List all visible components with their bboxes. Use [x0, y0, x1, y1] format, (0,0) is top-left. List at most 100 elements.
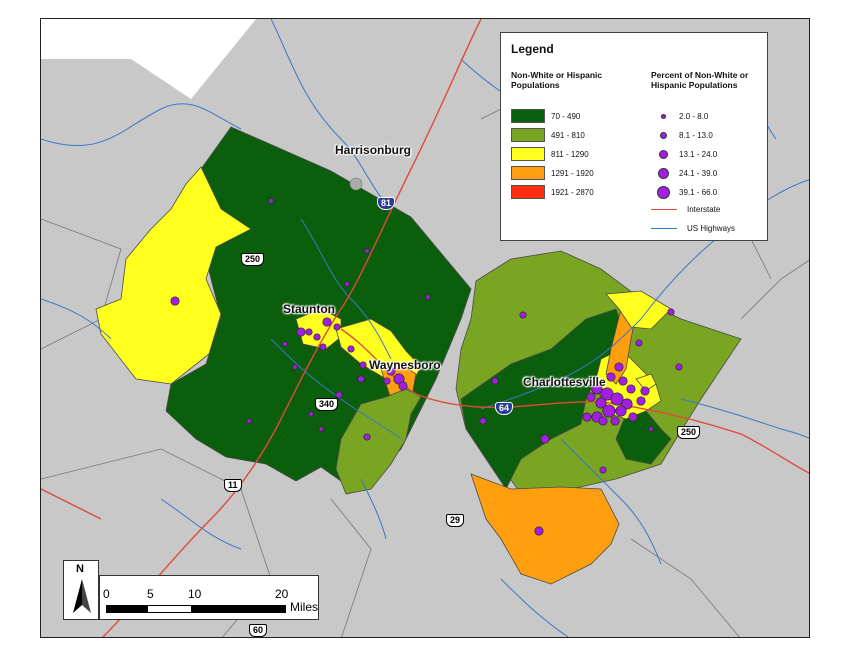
legend-class-row: 1291 - 1920 — [511, 166, 594, 180]
population-dot — [318, 426, 324, 432]
us-60-shield: 60 — [249, 624, 268, 637]
city-label-harrisonburg: Harrisonburg — [335, 143, 412, 157]
population-dot — [675, 363, 683, 371]
population-dot — [363, 433, 371, 441]
population-dot — [333, 323, 341, 331]
population-dot — [398, 381, 408, 391]
population-dot — [347, 345, 355, 353]
legend: Legend Non-White or Hispanic Populations… — [500, 32, 768, 241]
population-dot — [519, 311, 527, 319]
legend-dot-row: 8.1 - 13.0 — [651, 128, 713, 142]
legend-dot-label: 8.1 - 13.0 — [679, 130, 713, 140]
legend-dot-row: 13.1 - 24.0 — [651, 147, 717, 161]
legend-line-row: US Highways — [651, 224, 735, 233]
scale-tick-5: 5 — [147, 587, 154, 601]
population-dot — [640, 386, 650, 396]
population-dot — [479, 417, 487, 425]
population-dot — [628, 412, 638, 422]
population-dot — [357, 375, 365, 383]
population-dot — [282, 341, 288, 347]
north-arrow: N — [63, 560, 99, 620]
population-dot — [305, 328, 313, 336]
legend-line-swatch — [651, 228, 677, 229]
population-dot — [582, 412, 592, 422]
city-label-charlottesville: Charlottesville — [523, 375, 606, 389]
legend-class-row: 811 - 1290 — [511, 147, 589, 161]
city-label-staunton: Staunton — [283, 302, 335, 316]
legend-dot-symbol — [656, 185, 670, 199]
population-dot — [618, 376, 628, 386]
legend-class-swatch — [511, 147, 545, 161]
legend-dot-label: 39.1 - 66.0 — [679, 187, 718, 197]
us-250-shield-west: 250 — [241, 253, 265, 266]
legend-dot-symbol — [657, 167, 669, 179]
population-dot — [626, 384, 636, 394]
legend-line-label: Interstate — [687, 205, 721, 214]
scale-tick-0: 0 — [103, 587, 110, 601]
region-south-orange — [470, 473, 620, 585]
legend-class-label: 70 - 490 — [551, 111, 581, 121]
us-250-shield-east: 250 — [677, 426, 701, 439]
harrisonburg-area — [349, 177, 363, 191]
population-dot — [667, 308, 675, 316]
legend-dot-row: 39.1 - 66.0 — [651, 185, 717, 199]
population-dot — [599, 466, 607, 474]
map-frame[interactable]: Harrisonburg Staunton Waynesboro Charlot… — [40, 18, 810, 638]
population-dot — [308, 411, 314, 417]
choropleth-heading: Non-White or Hispanic Populations — [511, 70, 603, 90]
dots-heading: Percent of Non-White or Hispanic Populat… — [651, 70, 749, 90]
legend-dot-symbol — [660, 113, 666, 119]
population-dot — [170, 296, 180, 306]
legend-class-swatch — [511, 166, 545, 180]
population-dot — [534, 526, 544, 536]
legend-class-row: 1921 - 2870 — [511, 185, 594, 199]
legend-dot-label: 13.1 - 24.0 — [679, 149, 718, 159]
scale-bar: 0 5 10 20 Miles — [99, 575, 319, 620]
scale-units: Miles — [290, 600, 319, 614]
population-dot — [268, 198, 274, 204]
legend-title: Legend — [511, 42, 554, 56]
population-dot — [606, 372, 616, 382]
scale-tick-20: 20 — [275, 587, 289, 601]
scale-bar-segments — [106, 605, 286, 613]
population-dot — [491, 377, 499, 385]
legend-dot-row: 2.0 - 8.0 — [651, 109, 708, 123]
legend-class-label: 1921 - 2870 — [551, 187, 594, 197]
us-340-shield: 340 — [315, 398, 339, 411]
legend-dot-symbol — [659, 131, 667, 139]
legend-class-label: 491 - 810 — [551, 130, 585, 140]
legend-dot-label: 2.0 - 8.0 — [679, 111, 709, 121]
population-dot — [319, 343, 327, 351]
population-dot — [598, 416, 608, 426]
population-dot — [586, 392, 596, 402]
population-dot — [383, 377, 391, 385]
us-11-shield: 11 — [224, 479, 242, 492]
legend-line-row: Interstate — [651, 205, 720, 214]
population-dot — [610, 392, 624, 406]
population-dot — [296, 327, 306, 337]
outside-area — [41, 19, 256, 99]
legend-class-swatch — [511, 185, 545, 199]
legend-line-label: US Highways — [687, 224, 736, 233]
population-dot — [540, 434, 550, 444]
legend-dot-row: 24.1 - 39.0 — [651, 166, 717, 180]
us-29-shield: 29 — [446, 514, 465, 527]
legend-class-row: 491 - 810 — [511, 128, 585, 142]
population-dot — [359, 361, 367, 369]
population-dot — [602, 404, 616, 418]
population-dot — [364, 248, 370, 254]
population-dot — [322, 317, 332, 327]
legend-dot-symbol — [658, 149, 668, 159]
population-dot — [635, 339, 643, 347]
scale-tick-10: 10 — [188, 587, 202, 601]
city-label-waynesboro: Waynesboro — [369, 358, 441, 372]
legend-line-swatch — [651, 209, 677, 210]
legend-class-swatch — [511, 109, 545, 123]
population-dot — [292, 364, 298, 370]
legend-class-row: 70 - 490 — [511, 109, 580, 123]
legend-class-swatch — [511, 128, 545, 142]
population-dot — [615, 405, 627, 417]
population-dot — [614, 362, 624, 372]
population-dot — [648, 426, 654, 432]
north-arrow-icon — [73, 579, 91, 613]
